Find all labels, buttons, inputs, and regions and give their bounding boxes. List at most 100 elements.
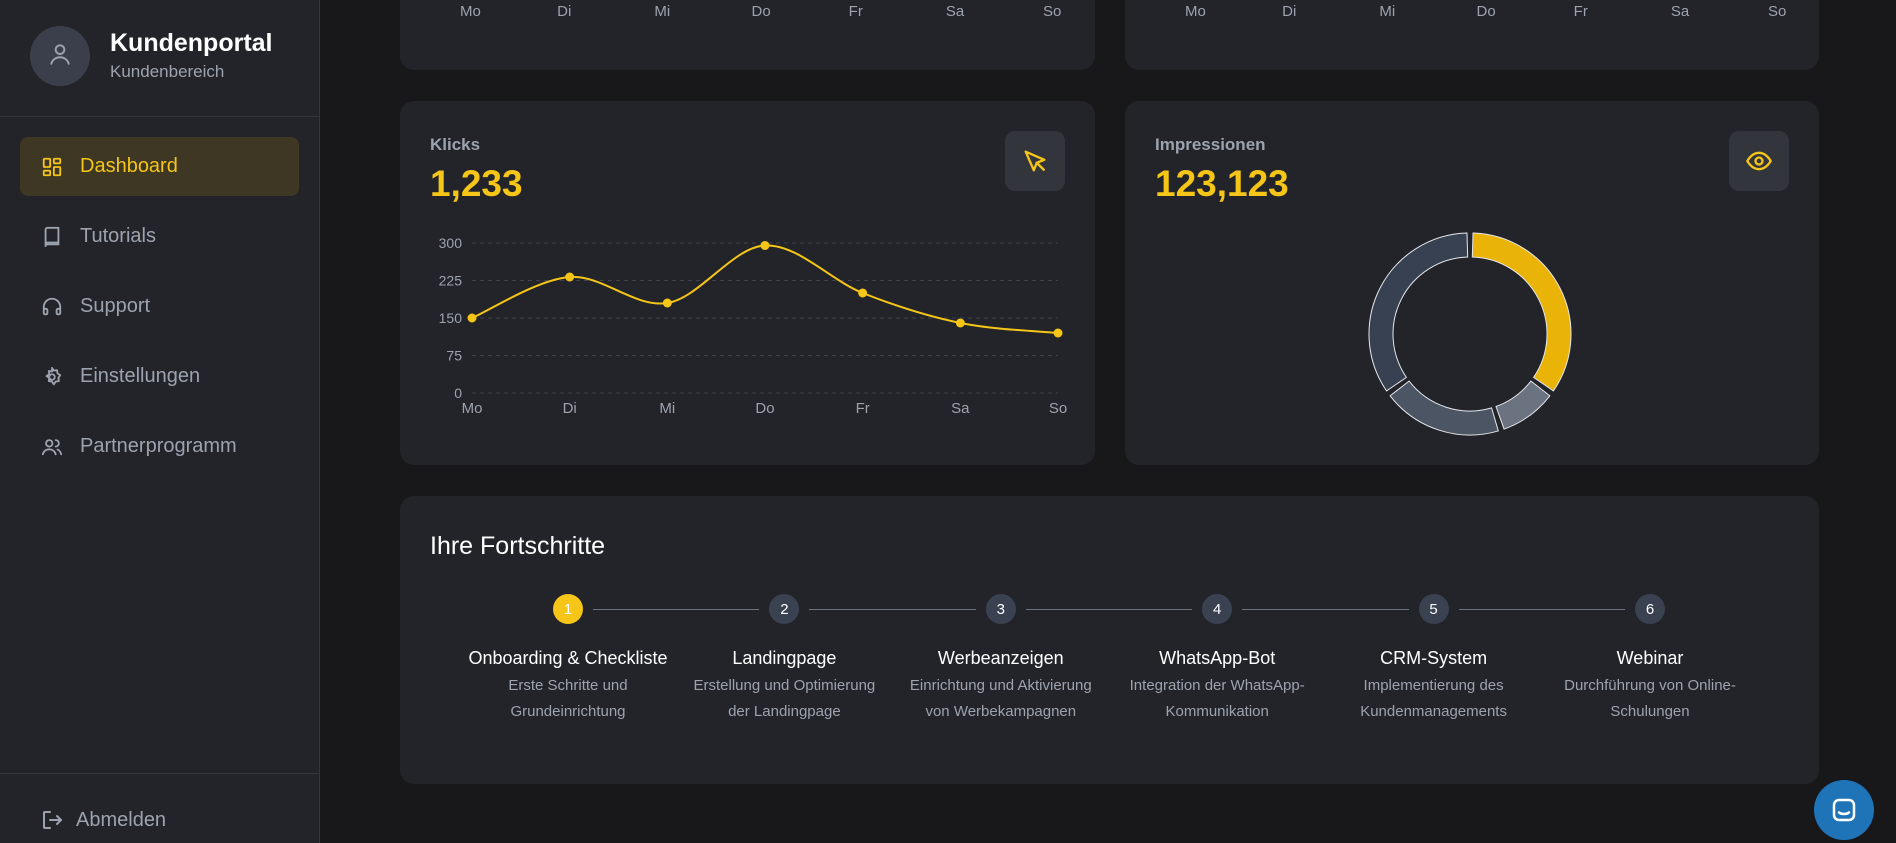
sidebar-item-label: Support (80, 295, 151, 317)
weekday-label: Mi (654, 3, 671, 20)
logout-button[interactable]: Abmelden (40, 808, 166, 832)
book-icon (40, 225, 64, 249)
sidebar-nav: Dashboard Tutorials Support Einstellunge… (20, 137, 299, 487)
step-title: Webinar (1616, 648, 1684, 668)
step-title: Werbeanzeigen (937, 648, 1064, 668)
step-description-line: Erstellung und Optimierung (693, 677, 876, 694)
headset-icon (40, 295, 64, 319)
step-title: Onboarding & Checkliste (468, 648, 668, 668)
sidebar-divider (0, 773, 320, 774)
y-tick-label: 150 (439, 310, 463, 326)
gear-icon (40, 365, 64, 389)
donut-slice[interactable] (1389, 380, 1499, 436)
weekday-label: Mo (460, 3, 481, 20)
weekday-label: Fr (1573, 3, 1588, 20)
impressions-donut-chart (1368, 232, 1572, 436)
logout-label: Abmelden (76, 808, 167, 831)
sidebar-item-partner[interactable]: Partnerprogramm (20, 417, 299, 476)
sidebar-item-settings[interactable]: Einstellungen (20, 347, 299, 406)
weekday-label: Sa (1670, 3, 1690, 20)
logout-icon (40, 808, 64, 832)
step-description-line: Grundeinrichtung (510, 703, 626, 720)
data-point[interactable] (662, 298, 672, 308)
impressions-label: Impressionen (1155, 135, 1266, 154)
step-description-line: Schulungen (1610, 703, 1690, 720)
step-indicator[interactable]: 4 (1202, 594, 1233, 624)
x-tick-label: Fr (856, 400, 870, 417)
x-tick-label: Di (563, 400, 577, 417)
y-tick-label: 0 (454, 385, 462, 401)
progress-card: Ihre Fortschritte 1 Onboarding & Checklis… (400, 496, 1819, 784)
data-point[interactable] (760, 241, 770, 250)
impressions-card-button[interactable] (1729, 131, 1789, 191)
step-indicator[interactable]: 2 (769, 594, 800, 624)
step-indicator[interactable]: 1 (553, 594, 583, 624)
weekday-label: Do (751, 3, 771, 20)
step-connector (809, 609, 976, 610)
sidebar-item-label: Einstellungen (80, 365, 201, 387)
weekday-label: Sa (945, 3, 965, 20)
step-description-line: Erste Schritte und (508, 677, 628, 694)
y-tick-label: 300 (439, 235, 463, 251)
clicks-card-button[interactable] (1005, 131, 1065, 191)
clicks-card: Klicks 1,233 0 75 150 225 300 Mo Di Mi Do Fr Sa So (400, 101, 1095, 465)
clicks-value: 1,233 (430, 163, 523, 204)
sidebar-item-support[interactable]: Support (20, 277, 299, 336)
x-tick-label: Mo (462, 400, 483, 417)
x-tick-label: So (1049, 400, 1067, 417)
step-indicator[interactable]: 5 (1418, 594, 1449, 624)
weekday-label: Do (1476, 3, 1496, 20)
clicks-label: Klicks (430, 135, 481, 154)
y-tick-label: 75 (446, 348, 462, 364)
sidebar-item-dashboard[interactable]: Dashboard (20, 137, 299, 196)
impressions-value: 123,123 (1155, 163, 1289, 204)
sidebar-item-label: Partnerprogramm (80, 435, 237, 457)
weekday-label: Di (1282, 3, 1297, 20)
top-right-card: Mo Di Mi Do Fr Sa So (1125, 0, 1819, 70)
step-title: CRM-System (1380, 648, 1488, 668)
sidebar-item-tutorials[interactable]: Tutorials (20, 207, 299, 266)
weekday-label: Fr (848, 3, 863, 20)
donut-slice[interactable] (1368, 232, 1469, 392)
step-description: Implementierung des Kundenmanagements (1329, 673, 1539, 725)
clicks-line-chart: 0 75 150 225 300 Mo Di Mi Do Fr Sa So (439, 235, 1068, 417)
step-indicator[interactable]: 6 (1635, 594, 1665, 624)
data-point[interactable] (955, 318, 965, 328)
avatar[interactable] (30, 26, 90, 86)
step-title: Landingpage (732, 648, 837, 668)
step-indicator[interactable]: 3 (985, 594, 1016, 624)
x-tick-label: Sa (951, 400, 970, 417)
weekday-label: Mi (1379, 3, 1396, 20)
users-icon (40, 435, 64, 459)
chat-icon (1829, 795, 1859, 825)
step-description-line: der Landingpage (728, 703, 841, 720)
y-tick-label: 225 (439, 273, 463, 289)
step-title: WhatsApp-Bot (1159, 648, 1276, 668)
sidebar-item-label: Dashboard (80, 155, 178, 177)
data-point[interactable] (1053, 328, 1063, 338)
data-point[interactable] (565, 272, 575, 282)
sidebar: Kundenportal Kundenbereich Dashboard Tut… (0, 0, 320, 843)
step-description-line: Kommunikation (1165, 703, 1269, 720)
chat-button[interactable] (1814, 780, 1874, 840)
eye-icon (1745, 147, 1773, 175)
data-point[interactable] (858, 288, 868, 298)
brand: Kundenportal Kundenbereich (30, 26, 273, 86)
x-tick-label: Do (755, 400, 774, 417)
progress-title: Ihre Fortschritte (430, 532, 606, 560)
step-connector (1025, 609, 1193, 610)
donut-slice[interactable] (1471, 232, 1572, 392)
data-point[interactable] (467, 313, 477, 323)
step-description-line: Kundenmanagements (1360, 703, 1507, 720)
sidebar-item-label: Tutorials (80, 225, 156, 247)
step-connector (1458, 609, 1625, 610)
step-description-line: Durchführung von Online- (1564, 677, 1736, 694)
step-description: Erste Schritte und Grundeinrichtung (463, 673, 673, 725)
step-connector (593, 609, 760, 610)
weekday-label: Mo (1185, 3, 1206, 20)
donut-slice[interactable] (1495, 380, 1551, 430)
step-description: Integration der WhatsApp- Kommunikation (1112, 673, 1322, 725)
user-icon (47, 41, 73, 72)
series-line (471, 244, 1059, 334)
weekday-label: So (1043, 3, 1062, 20)
